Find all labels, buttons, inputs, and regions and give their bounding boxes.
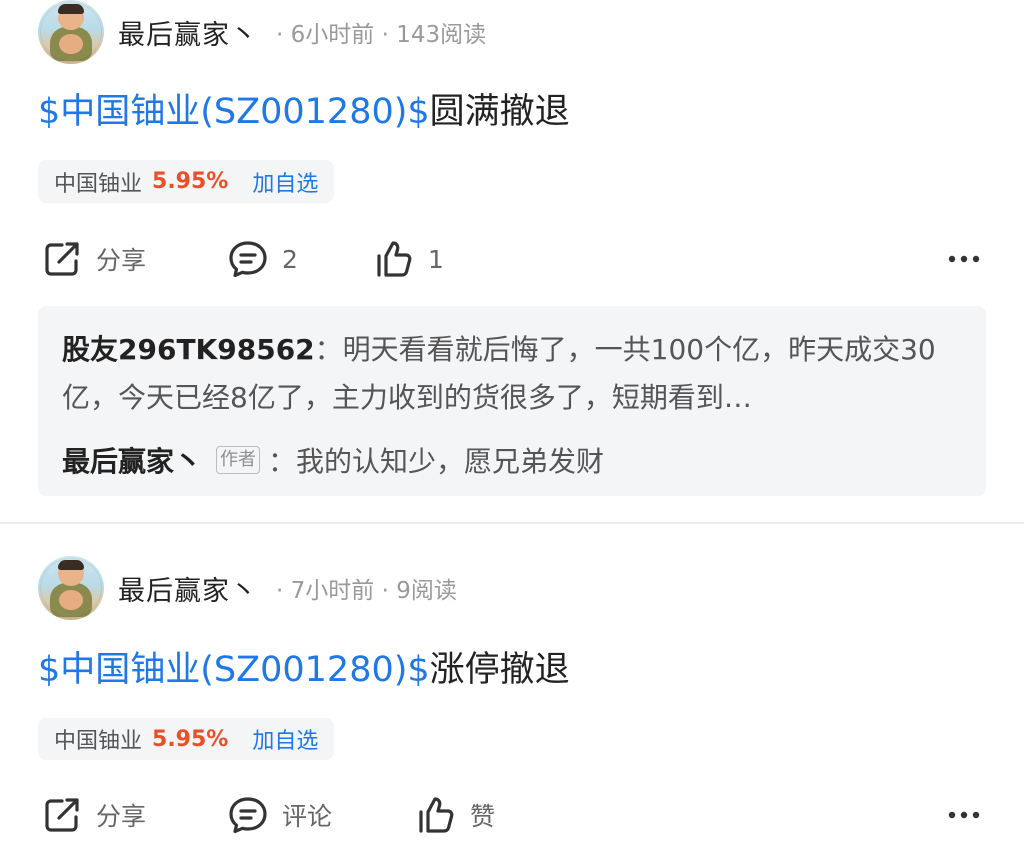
- post-title-text: 涨停撤退: [429, 650, 570, 690]
- share-label: 分享: [96, 246, 147, 275]
- more-icon: [948, 255, 980, 263]
- post-header: 最后赢家丶 · 7小时前 · 9阅读: [38, 556, 457, 620]
- avatar[interactable]: [38, 0, 104, 64]
- more-icon: [948, 811, 980, 819]
- comment-text: ：我的认知少，愿兄弟发财: [268, 445, 605, 478]
- comment-preview[interactable]: 股友296TK98562：明天看看就后悔了，一共100个亿，昨天成交30亿，今天…: [38, 306, 986, 496]
- comment-button[interactable]: 2: [226, 232, 298, 286]
- comment-icon: [229, 797, 267, 834]
- like-button[interactable]: 1: [372, 232, 444, 286]
- like-icon: [419, 797, 454, 833]
- post-title[interactable]: $中国铀业(SZ001280)$涨停撤退: [38, 644, 570, 696]
- post-title[interactable]: $中国铀业(SZ001280)$圆满撤退: [38, 86, 570, 138]
- like-icon: [377, 241, 412, 277]
- like-count: 1: [428, 244, 444, 274]
- comment-user[interactable]: 股友296TK98562: [62, 333, 315, 366]
- comment-user[interactable]: 最后赢家丶: [62, 440, 202, 480]
- comment-button[interactable]: 评论: [226, 788, 332, 842]
- add-watchlist-button[interactable]: 加自选: [252, 723, 318, 755]
- post-meta: · 6小时前 · 143阅读: [276, 22, 487, 48]
- action-bar: 分享 评论 赞: [0, 788, 1024, 842]
- stock-link[interactable]: $中国铀业(SZ001280)$: [38, 92, 430, 132]
- divider: [0, 522, 1024, 524]
- share-icon: [45, 242, 79, 276]
- post-header: 最后赢家丶 · 6小时前 · 143阅读: [38, 0, 486, 64]
- share-button[interactable]: 分享: [40, 232, 146, 286]
- stock-change: 5.95%: [152, 169, 229, 194]
- stock-chip[interactable]: 中国铀业 5.95% 加自选: [38, 160, 335, 203]
- action-bar: 分享 2 1: [0, 232, 1024, 286]
- stock-change: 5.95%: [152, 726, 229, 752]
- add-watchlist-button[interactable]: 加自选: [252, 166, 318, 198]
- share-label: 分享: [96, 802, 147, 831]
- comment-item: 股友296TK98562：明天看看就后悔了，一共100个亿，昨天成交30亿，今天…: [62, 326, 962, 422]
- more-button[interactable]: [944, 788, 984, 842]
- stock-name: 中国铀业: [54, 171, 143, 197]
- post-title-text: 圆满撤退: [429, 92, 570, 132]
- share-button[interactable]: 分享: [40, 788, 146, 842]
- more-button[interactable]: [944, 232, 984, 286]
- comment-count: 2: [282, 244, 298, 274]
- like-button[interactable]: 赞: [414, 788, 495, 842]
- stock-link[interactable]: $中国铀业(SZ001280)$: [38, 650, 430, 690]
- stock-name: 中国铀业: [54, 729, 143, 754]
- share-icon: [45, 798, 79, 832]
- comment-item: 最后赢家丶 作者 ：我的认知少，愿兄弟发财: [62, 440, 604, 480]
- author-name[interactable]: 最后赢家丶: [118, 569, 258, 608]
- comment-label: 评论: [282, 802, 333, 831]
- author-name[interactable]: 最后赢家丶: [118, 13, 258, 52]
- comment-icon: [229, 241, 267, 278]
- like-label: 赞: [470, 802, 496, 831]
- stock-chip[interactable]: 中国铀业 5.95% 加自选: [38, 718, 335, 760]
- avatar[interactable]: [38, 556, 104, 620]
- author-tag: 作者: [216, 446, 261, 474]
- post-meta: · 7小时前 · 9阅读: [276, 578, 457, 604]
